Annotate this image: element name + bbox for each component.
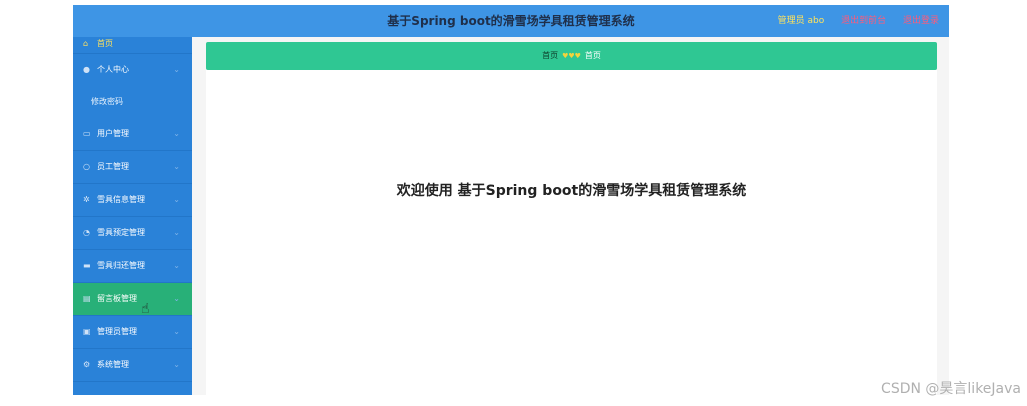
chevron-down-icon: ⌄: [173, 65, 180, 74]
heart-separator-icon: ♥♥♥: [562, 52, 581, 60]
clock-icon: ◔: [83, 228, 90, 237]
sidebar: ⌂ 首页 ● 个人中心 ⌄ 修改密码 ▭ 用户管理 ⌄ ○ 员工管理 ⌄ ✲ 雪具信息管理…: [73, 37, 192, 395]
gear-icon: ✲: [83, 195, 90, 204]
sidebar-item-system-management[interactable]: ⚙ 系统管理 ⌄: [73, 349, 192, 382]
chevron-down-icon: ⌄: [173, 228, 180, 237]
box-icon: ▬: [83, 261, 91, 270]
user-icon: ●: [83, 65, 90, 74]
chevron-down-icon: ⌄: [173, 327, 180, 336]
watermark: CSDN @昊言likeJava: [881, 381, 1021, 397]
sidebar-item-user-management[interactable]: ▭ 用户管理 ⌄: [73, 118, 192, 151]
chevron-down-icon: ⌄: [173, 195, 180, 204]
sidebar-item-message-board[interactable]: ▤ 留言板管理 ⌄ ☝: [73, 283, 192, 317]
admin-icon: ▣: [83, 327, 91, 336]
app-window: 基于Spring boot的滑雪场学具租赁管理系统 管理员 abo 退出到前台 …: [73, 5, 949, 395]
home-icon: ⌂: [83, 39, 89, 48]
chevron-down-icon: ⌄: [173, 129, 180, 138]
breadcrumb-current: 首页: [584, 51, 601, 60]
settings-icon: ⚙: [83, 360, 91, 369]
main-panel: 首页 ♥♥♥ 首页 欢迎使用 基于Spring boot的滑雪场学具租赁管理系统: [206, 42, 937, 395]
sidebar-item-admin-management[interactable]: ▣ 管理员管理 ⌄: [73, 316, 192, 349]
chevron-down-icon: ⌄: [173, 261, 180, 270]
sidebar-item-personal-center[interactable]: ● 个人中心 ⌄: [73, 54, 192, 86]
breadcrumb: 首页 ♥♥♥ 首页: [206, 42, 937, 70]
back-to-front-link[interactable]: 退出到前台: [841, 16, 886, 26]
sidebar-item-equipment-return[interactable]: ▬ 雪具归还管理 ⌄: [73, 250, 192, 283]
staff-icon: ○: [83, 162, 90, 171]
chevron-down-icon: ⌄: [173, 162, 180, 171]
sidebar-item-change-password[interactable]: 修改密码: [73, 86, 192, 118]
logout-link[interactable]: 退出登录: [903, 16, 939, 26]
sidebar-item-staff-management[interactable]: ○ 员工管理 ⌄: [73, 151, 192, 184]
sidebar-item-equipment-info[interactable]: ✲ 雪具信息管理 ⌄: [73, 184, 192, 217]
breadcrumb-root[interactable]: 首页: [542, 51, 558, 60]
chevron-down-icon: ⌄: [173, 360, 180, 369]
sidebar-item-equipment-booking[interactable]: ◔ 雪具预定管理 ⌄: [73, 217, 192, 250]
welcome-message: 欢迎使用 基于Spring boot的滑雪场学具租赁管理系统: [396, 183, 747, 199]
list-icon: ▭: [83, 129, 91, 138]
content-area: 欢迎使用 基于Spring boot的滑雪场学具租赁管理系统: [206, 70, 937, 395]
top-bar: 基于Spring boot的滑雪场学具租赁管理系统 管理员 abo 退出到前台 …: [73, 5, 949, 37]
sidebar-item-home[interactable]: ⌂ 首页: [73, 37, 192, 54]
admin-label: 管理员 abo: [777, 16, 825, 26]
message-icon: ▤: [83, 294, 91, 303]
top-right-links: 管理员 abo 退出到前台 退出登录: [764, 5, 939, 37]
chevron-down-icon: ⌄: [173, 294, 180, 303]
